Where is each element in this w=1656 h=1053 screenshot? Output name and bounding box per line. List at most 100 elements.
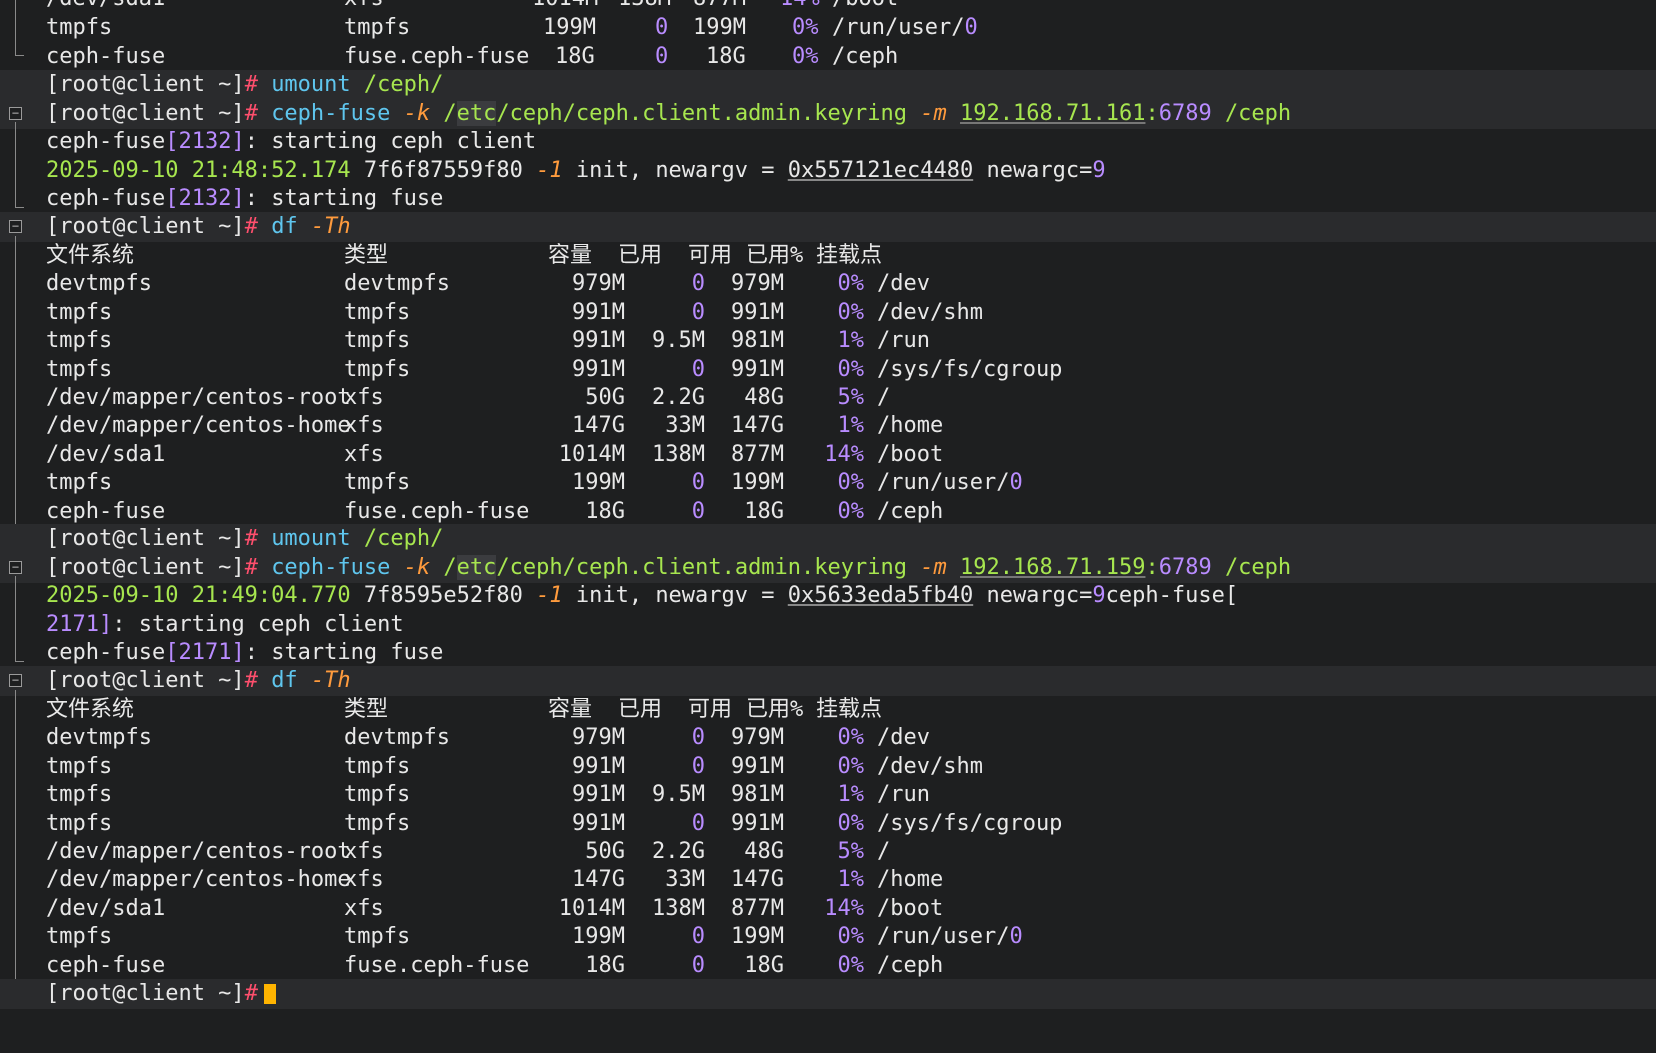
used-cell: 138M (652, 441, 705, 467)
option-m: -m (920, 555, 947, 580)
fs-cell: ceph-fuse (46, 952, 166, 978)
mount-cell: /dev/shm (877, 753, 983, 779)
avail-cell: 18G (744, 498, 784, 524)
df-row: ceph-fuse fuse.ceph-fuse 18G 0 18G 0% /ceph (0, 497, 1656, 527)
pct-cell: 1% (837, 867, 865, 893)
fs-cell: tmpfs (46, 328, 113, 354)
prompt-line[interactable]: [root@client ~]# umount /ceph/ (0, 524, 1656, 554)
size-cell: 147G (572, 867, 625, 893)
avail-cell: 991M (731, 810, 784, 836)
prompt-line[interactable]: − [root@client ~]# ceph-fuse -k /etc/cep… (0, 553, 1656, 583)
avail-cell: 199M (693, 15, 746, 40)
pct-cell: 1% (837, 782, 865, 808)
avail-cell: 991M (731, 356, 784, 382)
df-row: /dev/mapper/centos-home xfs 147G 33M 147G 1% /… (0, 411, 1656, 441)
fold-gutter (15, 122, 16, 207)
mount-cell: /ceph (877, 952, 944, 978)
size-cell: 18G (585, 952, 625, 978)
active-prompt-line[interactable]: [root@client ~]# (0, 979, 1656, 1009)
fs-cell: tmpfs (46, 15, 113, 40)
mount-cell: /sys/fs/cgroup (877, 810, 1063, 836)
used-cell: 0 (655, 44, 669, 69)
header-avail-cell: 可用 (688, 697, 733, 722)
command: ceph-fuse (271, 555, 391, 580)
fold-collapse-icon[interactable]: − (9, 220, 22, 233)
used-cell: 0 (691, 356, 705, 382)
avail-cell: 877M (693, 0, 746, 14)
monitor-port: 6789 (1158, 101, 1212, 126)
df-row: /dev/mapper/centos-root xfs 50G 2.2G 48G 5% / (0, 383, 1656, 413)
prompt-line[interactable]: − [root@client ~]# ceph-fuse -k /etc/cep… (0, 99, 1656, 129)
prompt-line[interactable]: − [root@client ~]# df -Th (0, 666, 1656, 696)
df-row: tmpfs tmpfs 199M 0 199M 0% /run/user/0 (0, 468, 1656, 498)
avail-cell: 147G (731, 867, 784, 893)
df-row-clipped: /dev/sda1 xfs 1014M 138M 877M 14% /boot (0, 0, 1656, 14)
mount-cell: /ceph (877, 498, 944, 524)
df-row: /dev/sda1 xfs 1014M 138M 877M 14% /boot (0, 440, 1656, 470)
option-th: -Th (310, 214, 351, 239)
mount-cell: /run (877, 782, 930, 808)
size-cell: 1014M (532, 0, 598, 14)
type-cell: xfs (344, 867, 384, 893)
size-cell: 18G (555, 44, 595, 69)
output-line: 2171]: starting ceph client (46, 612, 404, 637)
fold-collapse-icon[interactable]: − (9, 107, 22, 120)
df-row: tmpfs tmpfs 991M 0 991M 0% /dev/shm (0, 752, 1656, 782)
header-pct-cell: 已用% (746, 243, 804, 268)
fold-gutter (15, 0, 16, 55)
prompt-hash: # (244, 668, 258, 693)
avail-cell: 18G (744, 952, 784, 978)
fs-cell: tmpfs (46, 753, 113, 779)
option-th: -Th (310, 668, 351, 693)
used-cell: 2.2G (652, 839, 705, 864)
mount-cell: / (877, 385, 891, 410)
text-cursor[interactable] (263, 984, 276, 1004)
header-fs-cell: 文件系统 (46, 697, 135, 722)
fs-cell: /dev/sda1 (46, 441, 166, 467)
command: umount (271, 72, 351, 97)
pct-cell: 0% (837, 470, 865, 496)
fs-cell: devtmpfs (46, 271, 152, 297)
used-cell: 0 (691, 753, 705, 779)
keyring-path: /ceph/ceph.client.admin.keyring (496, 555, 908, 580)
df-row: tmpfs tmpfs 991M 0 991M 0% /sys/fs/cgroup (0, 809, 1656, 839)
prompt: [root@client ~] (46, 214, 245, 239)
fs-cell: /dev/sda1 (46, 0, 165, 14)
fs-cell: tmpfs (46, 356, 113, 382)
pct-cell: 0% (837, 725, 865, 751)
size-cell: 979M (572, 271, 625, 297)
prompt-line[interactable]: − [root@client ~]# df -Th (0, 212, 1656, 242)
pct-cell: 0% (837, 810, 865, 836)
size-cell: 199M (543, 15, 596, 40)
df-row: /dev/sda1 xfs 1014M 138M 877M 14% /boot (0, 894, 1656, 924)
fold-gutter (15, 236, 16, 532)
used-cell: 0 (691, 810, 705, 836)
df-header-row: 文件系统 类型 容量 已用 可用 已用% 挂载点 (0, 241, 1656, 271)
monitor-ip: 192.168.71.159 (960, 555, 1146, 580)
size-cell: 199M (572, 924, 625, 950)
prompt: [root@client ~] (46, 72, 245, 97)
pct-cell: 0% (837, 924, 865, 950)
header-type-cell: 类型 (344, 697, 389, 722)
avail-cell: 199M (731, 924, 784, 950)
df-row: tmpfs tmpfs 991M 0 991M 0% /sys/fs/cgroup (0, 355, 1656, 385)
used-cell: 0 (691, 498, 705, 524)
fs-cell: tmpfs (46, 299, 113, 325)
mount-cell: /run/user/0 (832, 15, 978, 40)
fold-collapse-icon[interactable]: − (9, 674, 22, 687)
size-cell: 147G (572, 413, 625, 439)
df-row: ceph-fuse fuse.ceph-fuse 18G 0 18G 0% /ceph (0, 951, 1656, 981)
fs-cell: ceph-fuse (46, 44, 166, 69)
keyring-slash: / (443, 101, 457, 126)
fold-gutter-end (15, 661, 24, 662)
mount-cell: /dev/shm (877, 299, 983, 325)
fold-collapse-icon[interactable]: − (9, 561, 22, 574)
df-row: tmpfs tmpfs 991M 0 991M 0% /dev/shm (0, 298, 1656, 328)
header-used-cell: 已用 (618, 243, 663, 268)
prompt-line[interactable]: [root@client ~]# umount /ceph/ (0, 70, 1656, 100)
terminal-window[interactable]: /dev/sda1 xfs 1014M 138M 877M 14% /boot … (0, 0, 1656, 1053)
pct-cell: 0% (837, 299, 865, 325)
type-cell: fuse.ceph-fuse (344, 44, 530, 69)
df-header-row: 文件系统 类型 容量 已用 可用 已用% 挂载点 (0, 695, 1656, 725)
fold-gutter-end (15, 207, 24, 208)
